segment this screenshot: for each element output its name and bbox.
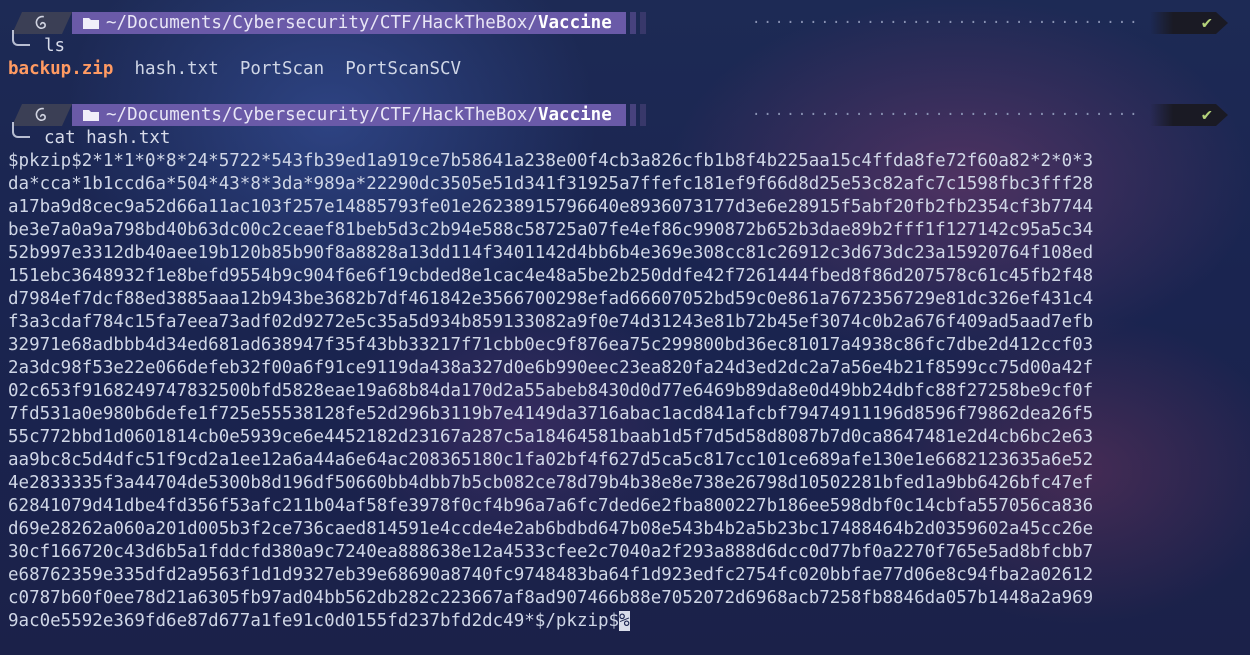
hash-line: 2a3dc98f53e22e066defeb32f00a6f91ce9119da…: [8, 358, 1094, 378]
prompt-corner: [12, 30, 30, 46]
list-item: PortScan: [239, 59, 325, 79]
status-segment: ✔: [1150, 104, 1228, 126]
hash-line: aa9bc8c5d4dfc51f9cd2a1ee12a6a44a6e64ac20…: [8, 450, 1094, 470]
prompt-path: ~/Documents/Cybersecurity/CTF/HackTheBox…: [72, 12, 626, 34]
path-prefix: ~/Documents/Cybersecurity/CTF/HackTheBox…: [106, 13, 538, 33]
hash-line: c0787b60f0ee78d21a6305fb97ad04bb562db282…: [8, 588, 1094, 608]
hash-line: be3e7a0a9a798bd40b63dc00c2ceaef81beb5d3c…: [8, 220, 1094, 240]
hash-line: $pkzip$2*1*1*0*8*24*5722*543fb39ed1a919c…: [8, 151, 1094, 171]
path-current: Vaccine: [537, 13, 612, 33]
prompt-path: ~/Documents/Cybersecurity/CTF/HackTheBox…: [72, 104, 626, 126]
list-item: backup.zip: [8, 59, 114, 79]
folder-icon: [83, 18, 99, 29]
prompt-bar-2: ~/Documents/Cybersecurity/CTF/HackTheBox…: [12, 104, 646, 126]
prompt-bar-1: ~/Documents/Cybersecurity/CTF/HackTheBox…: [12, 12, 646, 34]
hash-line: 52b997e3312db40aee19b120b85b90f8a8828a13…: [8, 243, 1094, 263]
prompt-filler-dots: ········································…: [752, 15, 1142, 31]
path-current: Vaccine: [537, 105, 612, 125]
folder-icon: [83, 110, 99, 121]
hash-line: 02c653f9168249747832500bfd5828eae19a68b8…: [8, 381, 1094, 401]
hash-line: 32971e68adbbb4d34ed681ad638947f35f43bb33…: [8, 335, 1094, 355]
hash-line: 4e2833335f3a44704de5300b8d196df50660bb4d…: [8, 473, 1094, 493]
path-prefix: ~/Documents/Cybersecurity/CTF/HackTheBox…: [106, 105, 538, 125]
hash-line-last: 9ac0e5592e369fd6e87d677a1fe91c0d0155fd23…: [8, 611, 630, 631]
list-item: PortScanSCV: [345, 59, 462, 79]
hash-line: e68762359e335dfd2a9563f1d1d9327eb39e6869…: [8, 565, 1094, 585]
prompt-filler-dots: ········································…: [752, 107, 1142, 123]
hash-line: a17ba9d8cec9a52d66a11ac103f257e14885793f…: [8, 197, 1094, 217]
ls-output: backup.zip hash.txt PortScan PortScanSCV: [8, 58, 461, 81]
hash-line: 62841079d41dbe4fd356f53afc211b04af58fe39…: [8, 496, 1094, 516]
status-segment: ✔: [1150, 12, 1228, 34]
hash-output: $pkzip$2*1*1*0*8*24*5722*543fb39ed1a919c…: [8, 150, 1093, 633]
hash-line: d69e28262a060a201d005b3f2ce736caed814591…: [8, 519, 1094, 539]
hash-line: d7984ef7dcf88ed3885aaa12b943be3682b7df46…: [8, 289, 1094, 309]
command-ls: ls: [44, 36, 66, 56]
hash-line: f3a3cdaf784c15fa7eea73adf02d9272e5c35a5d…: [8, 312, 1094, 332]
hash-line: 151ebc3648932f1e8befd9554b9c904f6e6f19cb…: [8, 266, 1094, 286]
hash-line: 30cf166720c43d6b5a1fddcfd380a9c7240ea888…: [8, 542, 1094, 562]
list-item: hash.txt: [134, 59, 219, 79]
hash-line: 55c772bbd1d0601814cb0e5939ce6e4452182d23…: [8, 427, 1094, 447]
success-check-icon: ✔: [1201, 13, 1212, 33]
command-cat: cat hash.txt: [44, 128, 171, 148]
terminal-cursor[interactable]: %: [619, 611, 630, 631]
success-check-icon: ✔: [1201, 105, 1212, 125]
hash-line: 7fd531a0e980b6defe1f725e55538128fe52d296…: [8, 404, 1094, 424]
prompt-corner: [12, 122, 30, 138]
hash-line: da*cca*1b1ccd6a*504*43*8*3da*989a*22290d…: [8, 174, 1094, 194]
